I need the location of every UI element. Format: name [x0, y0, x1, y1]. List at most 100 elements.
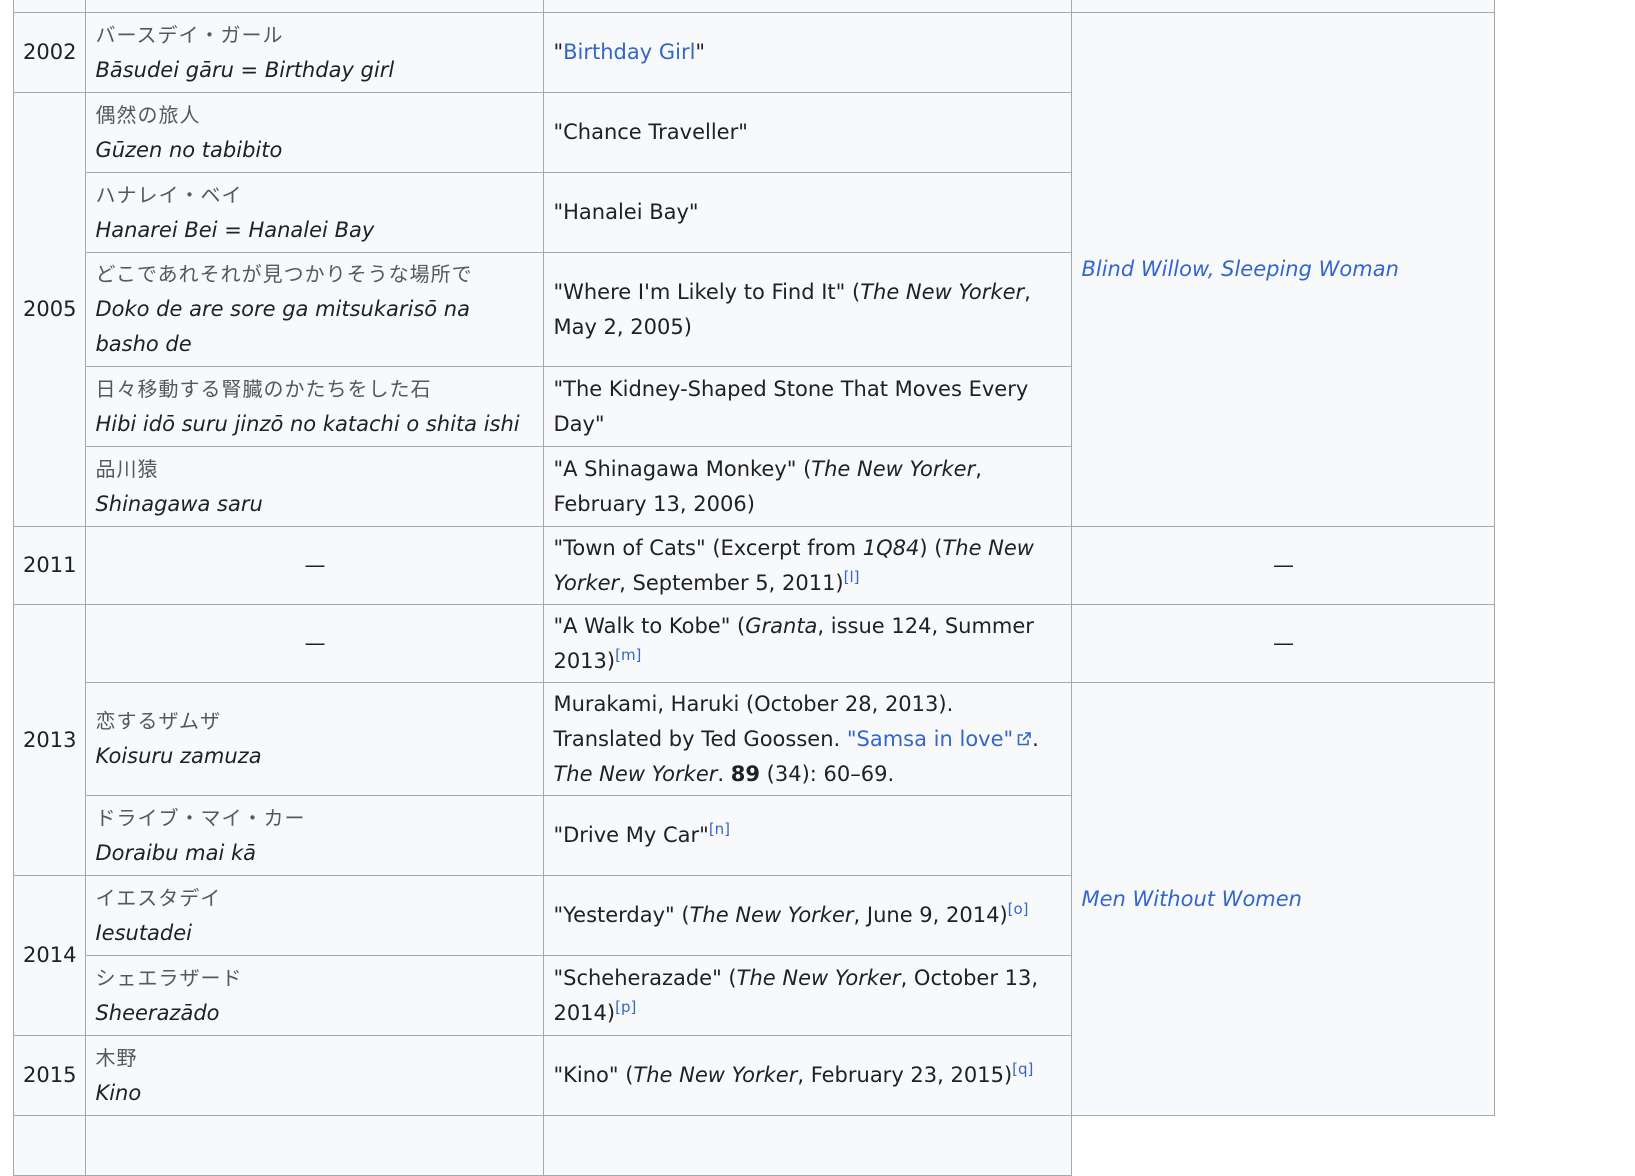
blind-willow-sleeping-woman-link[interactable]: Blind Willow, Sleeping Woman — [1081, 257, 1398, 281]
reference-note-p[interactable]: [p] — [615, 998, 636, 1016]
japanese-title: バースデイ・ガール — [95, 22, 284, 47]
english-title: "Where I'm Likely to Find It" ( — [553, 279, 861, 304]
japanese-title-cell: 恋するザムザ Koisuru zamuza — [85, 682, 545, 796]
publication-date: , June 9, 2014) — [853, 903, 1008, 927]
year-cell: 2015 — [12, 1035, 87, 1116]
english-title-cell: "A Shinagawa Monkey" (The New Yorker, Fe… — [543, 446, 1073, 527]
english-title-cell: "Scheherazade" (The New Yorker, October … — [543, 955, 1073, 1036]
english-title-cell: "Where I'm Likely to Find It" (The New Y… — [543, 252, 1073, 367]
english-title: "Drive My Car" — [553, 823, 709, 847]
english-title-cell: "Drive My Car"[n] — [543, 795, 1073, 876]
english-title-cell: "Yesterday" (The New Yorker, June 9, 201… — [543, 875, 1073, 956]
japanese-title-cell: — — [85, 526, 545, 605]
publication-date: , September 5, 2011) — [619, 570, 844, 595]
table-row: 2013 — "A Walk to Kobe" (Granta, issue 1… — [12, 604, 1496, 876]
volume-number: 89 — [730, 761, 760, 786]
romaji-title: Kino — [95, 1080, 142, 1105]
publication-name: The New Yorker — [860, 279, 1025, 304]
men-without-women-link[interactable]: Men Without Women — [1081, 887, 1302, 911]
japanese-title-cell: … — [85, 0, 545, 13]
japanese-title: ドライブ・マイ・カー — [95, 805, 306, 830]
romaji-title: Doraibu mai kā — [95, 840, 256, 865]
japanese-title-cell: ハナレイ・ベイ Hanarei Bei = Hanalei Bay — [85, 172, 545, 253]
japanese-title-cell: シェエラザード Sheerazādo — [85, 955, 545, 1036]
birthday-girl-link[interactable]: Birthday Girl — [563, 40, 695, 64]
issue-pages: (34): 60–69. — [759, 761, 895, 786]
romaji-title: Hanarei Bei = Hanalei Bay — [95, 217, 375, 242]
collection-cell — [1071, 0, 1496, 13]
romaji-title: Doko de are sore ga mitsukarisō na basho… — [95, 297, 470, 356]
japanese-title-cell: 日々移動する腎臓のかたちをした石 Hibi idō suru jinzō no … — [85, 366, 545, 447]
english-title-cell: "Hanalei Bay" — [543, 172, 1073, 253]
english-title: "Kino" ( — [553, 1063, 634, 1087]
year-cell: 2011 — [12, 526, 87, 605]
japanese-title: シェエラザード — [95, 965, 243, 990]
japanese-title-cell: — — [85, 604, 545, 683]
publication-date: , February 23, 2015) — [797, 1063, 1013, 1087]
romaji-title: Gūzen no tabibito — [95, 137, 283, 162]
collection-cell: — — [1071, 604, 1496, 683]
separator-text: ) ( — [919, 535, 943, 560]
publication-name: The New Yorker — [811, 456, 976, 481]
collection-cell: Blind Willow, Sleeping Woman — [1071, 12, 1496, 527]
japanese-title-cell: イエスタデイ Iesutadei — [85, 875, 545, 956]
romaji-title: … — [95, 0, 534, 4]
year-cell — [12, 1115, 87, 1176]
publication-name: Granta — [745, 613, 818, 638]
collection-cell: — — [1071, 526, 1496, 605]
english-title: "Scheherazade" ( — [553, 965, 737, 990]
reference-note-o[interactable]: [o] — [1008, 900, 1029, 918]
table-row — [12, 1115, 1495, 1176]
english-title-cell — [543, 1115, 1073, 1176]
table-row: 2011 — "Town of Cats" (Excerpt from 1Q84… — [12, 526, 1496, 605]
english-title: "Yesterday" ( — [553, 903, 690, 927]
japanese-title-cell: 品川猿 Shinagawa saru — [85, 446, 545, 527]
japanese-title: 品川猿 — [95, 456, 159, 481]
table-row: 恋するザムザ Koisuru zamuza Murakami, Haruki (… — [14, 682, 1496, 1116]
publication-name: The New Yorker — [633, 1063, 798, 1087]
external-link-icon — [1016, 731, 1032, 747]
publication-name: The New Yorker — [736, 965, 901, 990]
citation-dot: . — [717, 761, 731, 786]
reference-note-m[interactable]: [m] — [615, 646, 641, 664]
romaji-title: Hibi idō suru jinzō no katachi o shita i… — [95, 411, 520, 436]
japanese-title-cell — [85, 1115, 545, 1176]
english-title-cell: "The Kidney-Shaped Stone That Moves Ever… — [543, 366, 1073, 447]
year-cell: 2014 — [12, 875, 87, 1036]
year-cell: 2005 — [12, 92, 87, 527]
english-title: "Town of Cats" (Excerpt from — [553, 535, 863, 560]
english-title-cell: "Town of Cats" (Excerpt from 1Q84) (The … — [543, 526, 1073, 605]
year-cell — [12, 0, 87, 13]
romaji-title: Iesutadei — [95, 920, 193, 945]
japanese-title: どこであれそれが見つかりそうな場所で — [95, 262, 473, 286]
japanese-title: 日々移動する腎臓のかたちをした石 — [95, 376, 432, 401]
english-title: "A Shinagawa Monkey" ( — [553, 456, 812, 481]
japanese-title: 木野 — [95, 1045, 138, 1070]
english-title-cell: "Chance Traveller" — [543, 92, 1073, 173]
japanese-title-cell: 偶然の旅人 Gūzen no tabibito — [85, 92, 545, 173]
reference-note-l[interactable]: [l] — [844, 568, 860, 586]
romaji-title: Koisuru zamuza — [95, 744, 262, 768]
japanese-title: イエスタデイ — [95, 885, 222, 910]
publication-name: The New Yorker — [553, 761, 718, 786]
year-cell: 2013 — [12, 604, 87, 876]
works-table: … 2002 バースデイ・ガール Bāsudei gāru = Birthday… — [12, 0, 1496, 1176]
japanese-title: 偶然の旅人 — [95, 102, 201, 127]
reference-note-n[interactable]: [n] — [709, 820, 730, 838]
romaji-title: Sheerazādo — [95, 1000, 220, 1025]
english-title-cell: "Kino" (The New Yorker, February 23, 201… — [543, 1035, 1073, 1116]
english-title-cell: Murakami, Haruki (October 28, 2013). Tra… — [543, 682, 1073, 796]
japanese-title: ハナレイ・ベイ — [95, 182, 243, 207]
japanese-title: 恋するザムザ — [95, 709, 222, 733]
citation-separator: . — [1032, 726, 1039, 751]
romaji-title: Bāsudei gāru = Birthday girl — [95, 57, 395, 82]
samsa-in-love-link[interactable]: "Samsa in love" — [847, 727, 1013, 751]
year-cell: 2002 — [12, 12, 87, 93]
japanese-title-cell: バースデイ・ガール Bāsudei gāru = Birthday girl — [85, 12, 545, 93]
japanese-title-cell: ドライブ・マイ・カー Doraibu mai kā — [85, 795, 545, 876]
excerpt-source: 1Q84 — [862, 535, 920, 560]
publication-name: The New Yorker — [689, 903, 854, 927]
reference-note-q[interactable]: [q] — [1012, 1060, 1033, 1078]
japanese-title-cell: どこであれそれが見つかりそうな場所で Doko de are sore ga m… — [85, 252, 545, 367]
english-title-cell: "A Walk to Kobe" (Granta, issue 124, Sum… — [543, 604, 1073, 683]
